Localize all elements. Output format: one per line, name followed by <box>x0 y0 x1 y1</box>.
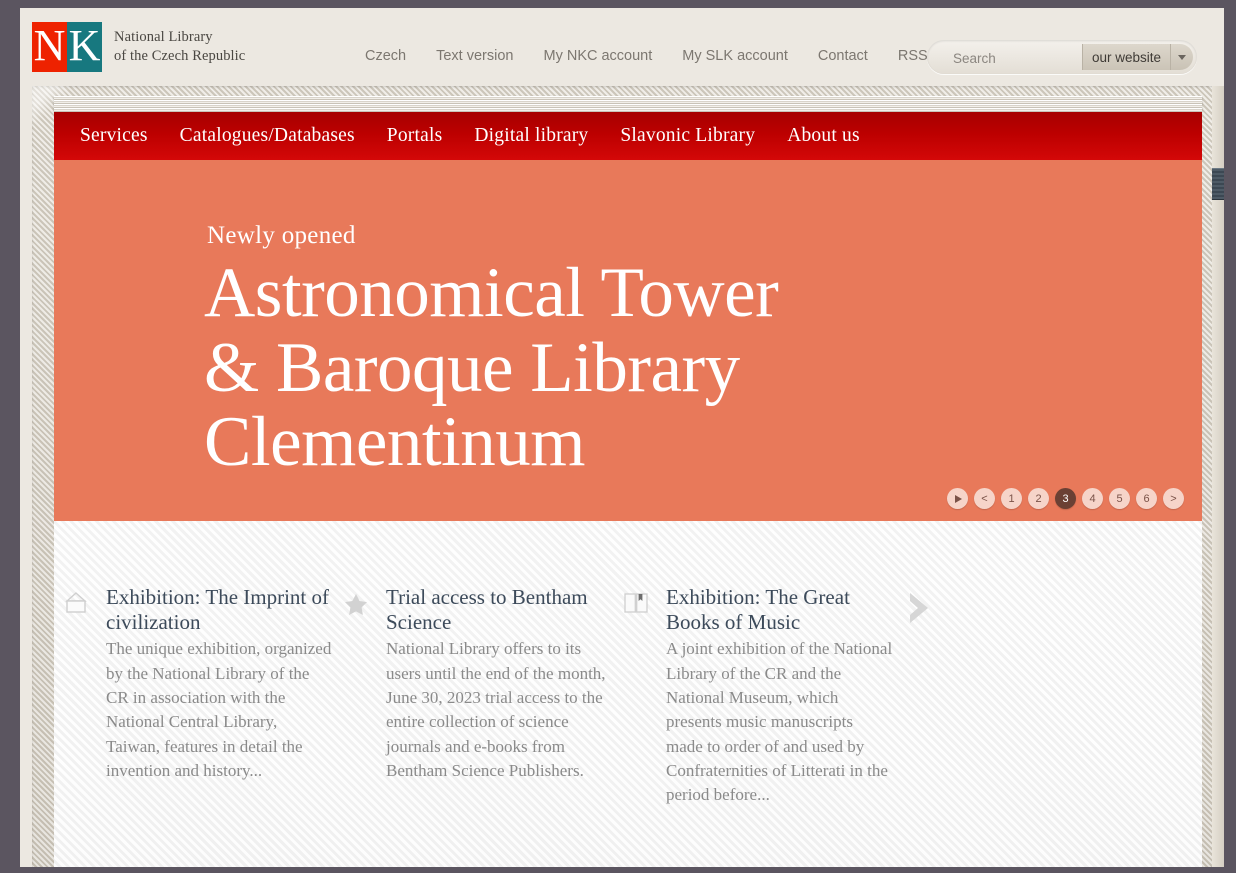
utility-nav-item-contact[interactable]: Contact <box>818 48 868 64</box>
logo-wordmark-line2: of the Czech Republic <box>114 48 246 65</box>
vertical-scrollbar-track[interactable] <box>1212 86 1224 867</box>
logo-mark: N K <box>32 22 102 72</box>
hero-title: Astronomical Tower & Baroque Library Cle… <box>204 254 779 482</box>
carousel-prev-button[interactable]: < <box>974 488 995 509</box>
logo-wordmark-line1: National Library <box>114 29 213 45</box>
search-box[interactable]: our website <box>927 40 1197 74</box>
logo-square-k: K <box>67 22 102 72</box>
nav-item-catalogues-databases[interactable]: Catalogues/Databases <box>180 125 355 147</box>
site-logo[interactable]: N K National Library of the Czech Republ… <box>32 22 245 72</box>
content-area: Services Catalogues/Databases Portals Di… <box>54 112 1202 867</box>
news-teaser-panel: Exhibition: The Imprint of civilization … <box>54 521 1202 867</box>
carousel-page-3[interactable]: 3 <box>1055 488 1076 509</box>
news-teaser-row: Exhibition: The Imprint of civilization … <box>54 521 1202 807</box>
news-card-text: National Library offers to its users unt… <box>386 639 606 780</box>
news-card[interactable]: Exhibition: The Imprint of civilization … <box>54 585 334 807</box>
news-card-body: Exhibition: The Imprint of civilization … <box>106 585 334 783</box>
chevron-right-icon[interactable] <box>894 585 944 807</box>
news-card-text: The unique exhibition, organized by the … <box>106 639 332 780</box>
frame-stripe-band <box>54 96 1202 112</box>
news-card-body: Exhibition: The Great Books of Music A j… <box>666 585 894 807</box>
carousel-page-4[interactable]: 4 <box>1082 488 1103 509</box>
hero-carousel-slide[interactable]: Newly opened Astronomical Tower & Baroqu… <box>54 160 1202 521</box>
logo-square-n: N <box>32 22 67 72</box>
open-book-icon <box>614 585 658 619</box>
search-scope-select[interactable]: our website <box>1081 44 1171 70</box>
news-card-body: Trial access to Bentham Science National… <box>386 585 614 783</box>
vertical-scrollbar-thumb[interactable] <box>1212 168 1224 200</box>
news-card-title[interactable]: Exhibition: The Imprint of civilization <box>106 585 334 635</box>
carousel-play-icon[interactable] <box>947 488 968 509</box>
utility-nav-item-czech[interactable]: Czech <box>365 48 406 64</box>
nav-item-digital-library[interactable]: Digital library <box>474 125 588 147</box>
browser-viewport: N K National Library of the Czech Republ… <box>0 0 1236 873</box>
site-header: N K National Library of the Czech Republ… <box>20 8 1224 86</box>
news-card[interactable]: Exhibition: The Great Books of Music A j… <box>614 585 894 807</box>
carousel-controls: < 1 2 3 4 5 6 > <box>947 488 1184 509</box>
nav-item-slavonic-library[interactable]: Slavonic Library <box>620 125 755 147</box>
utility-nav: Czech Text version My NKC account My SLK… <box>365 48 928 64</box>
main-navigation: Services Catalogues/Databases Portals Di… <box>54 112 1202 160</box>
carousel-page-5[interactable]: 5 <box>1109 488 1130 509</box>
carousel-page-2[interactable]: 2 <box>1028 488 1049 509</box>
carousel-page-6[interactable]: 6 <box>1136 488 1157 509</box>
news-card-text: A joint exhibition of the National Libra… <box>666 639 893 805</box>
news-card-title[interactable]: Exhibition: The Great Books of Music <box>666 585 894 635</box>
utility-nav-item-rss[interactable]: RSS <box>898 48 928 64</box>
content-frame: Services Catalogues/Databases Portals Di… <box>32 86 1224 867</box>
utility-nav-item-my-nkc-account[interactable]: My NKC account <box>543 48 652 64</box>
picture-frame-icon <box>54 585 98 619</box>
carousel-next-button[interactable]: > <box>1163 488 1184 509</box>
news-card-title[interactable]: Trial access to Bentham Science <box>386 585 614 635</box>
utility-nav-item-my-slk-account[interactable]: My SLK account <box>682 48 788 64</box>
logo-letter-k: K <box>68 22 101 71</box>
utility-nav-item-text-version[interactable]: Text version <box>436 48 513 64</box>
star-icon <box>334 585 378 619</box>
nav-item-portals[interactable]: Portals <box>387 125 443 147</box>
page-root: N K National Library of the Czech Republ… <box>20 8 1224 867</box>
chevron-down-icon[interactable] <box>1171 44 1193 70</box>
logo-wordmark: National Library of the Czech Republic <box>114 28 245 67</box>
logo-letter-n: N <box>33 22 66 71</box>
nav-item-services[interactable]: Services <box>80 125 148 147</box>
hero-eyebrow: Newly opened <box>207 222 356 249</box>
nav-item-about-us[interactable]: About us <box>787 125 860 147</box>
carousel-page-1[interactable]: 1 <box>1001 488 1022 509</box>
news-card[interactable]: Trial access to Bentham Science National… <box>334 585 614 807</box>
